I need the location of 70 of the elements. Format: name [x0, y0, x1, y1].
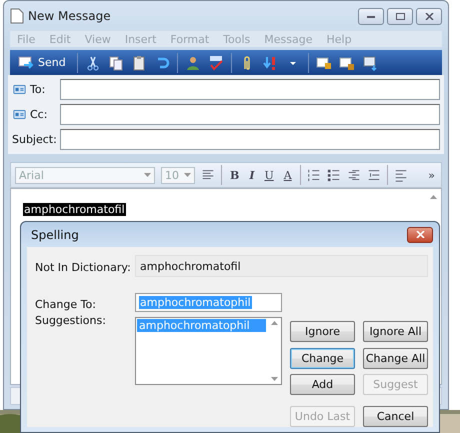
sign-icon[interactable] — [316, 54, 332, 70]
envelope-icon — [18, 56, 34, 70]
size-dropdown[interactable]: 10 — [161, 166, 195, 184]
field-label: Cc: — [30, 108, 48, 121]
menu-item[interactable]: Insert — [118, 32, 164, 46]
input-field[interactable] — [60, 104, 440, 125]
paste-icon[interactable] — [130, 54, 147, 70]
dialog-button[interactable]: Ignore — [290, 321, 355, 342]
monitor-icon[interactable] — [362, 54, 378, 70]
more-button[interactable]: » — [426, 168, 437, 182]
send-button[interactable]: Send — [14, 56, 70, 70]
minimize-button[interactable] — [358, 8, 384, 24]
maximize-icon — [396, 12, 404, 20]
document-icon — [10, 8, 24, 24]
menu-item[interactable]: Tools — [216, 32, 258, 46]
input-field[interactable] — [60, 79, 440, 100]
align-icon[interactable] — [394, 168, 408, 182]
close-button[interactable] — [407, 226, 433, 242]
menu-item[interactable]: Message — [257, 32, 320, 46]
spellcheck-icon[interactable] — [208, 54, 224, 70]
increase-indent-icon[interactable] — [366, 168, 381, 182]
paragraph-style-icon[interactable] — [201, 168, 215, 182]
scroll-up-icon[interactable] — [430, 195, 437, 199]
font-dropdown[interactable]: Arial — [15, 166, 155, 184]
message-text: amphochromatofil — [23, 203, 126, 216]
priority-icon[interactable] — [262, 54, 278, 70]
dialog-button[interactable]: Change — [290, 348, 355, 368]
dialog-button[interactable]: Ignore All — [363, 321, 428, 342]
contact-card-icon[interactable] — [12, 108, 27, 121]
window-title: New Message — [28, 9, 111, 23]
minimize-icon — [367, 14, 375, 18]
cut-icon[interactable] — [84, 54, 101, 70]
numbered-list-icon[interactable] — [306, 168, 321, 182]
field-label: Not In Dictionary: — [35, 260, 132, 274]
bold-button[interactable]: B — [228, 168, 242, 182]
list-item[interactable]: amphochromatophil — [137, 319, 266, 332]
bullet-list-icon[interactable] — [326, 168, 341, 182]
field-label: Suggestions: — [35, 314, 107, 329]
dropdown-arrow-icon — [144, 173, 151, 177]
suggestions-list[interactable]: amphochromatophil — [135, 317, 282, 385]
input-field[interactable] — [60, 129, 440, 150]
person-icon[interactable] — [184, 54, 201, 70]
scroll-up-icon[interactable] — [270, 321, 278, 325]
menu-item[interactable]: Help — [320, 32, 359, 46]
underline-button[interactable]: U — [262, 168, 276, 182]
field-label: Subject: — [12, 133, 57, 146]
dialog-button[interactable]: Add — [290, 374, 355, 395]
contact-card-icon[interactable] — [12, 83, 27, 96]
dialog-title: Spelling — [31, 228, 79, 242]
close-icon — [424, 12, 434, 20]
menu-item[interactable]: View — [78, 32, 118, 46]
change-to-field[interactable]: amphochromatophil — [135, 293, 282, 312]
field-label: To: — [30, 83, 46, 96]
misspelled-word: amphochromatofil — [135, 255, 428, 277]
close-button[interactable] — [416, 8, 442, 24]
copy-icon[interactable] — [108, 54, 124, 70]
field-label: Change To: — [35, 298, 97, 313]
dialog-button[interactable]: Cancel — [363, 406, 428, 426]
dropdown-arrow-icon — [184, 173, 191, 177]
menu-item[interactable]: Edit — [42, 32, 78, 46]
maximize-button[interactable] — [387, 8, 413, 24]
menu-item[interactable]: Format — [163, 32, 216, 46]
menu-item[interactable]: File — [10, 32, 42, 46]
close-icon — [416, 231, 424, 238]
decrease-indent-icon[interactable] — [346, 168, 361, 182]
scroll-down-icon[interactable] — [270, 377, 278, 381]
encrypt-icon[interactable] — [338, 54, 355, 70]
italic-button[interactable]: I — [247, 168, 256, 182]
font-color-button[interactable]: A — [282, 168, 294, 182]
dialog-button[interactable]: Change All — [363, 348, 428, 368]
